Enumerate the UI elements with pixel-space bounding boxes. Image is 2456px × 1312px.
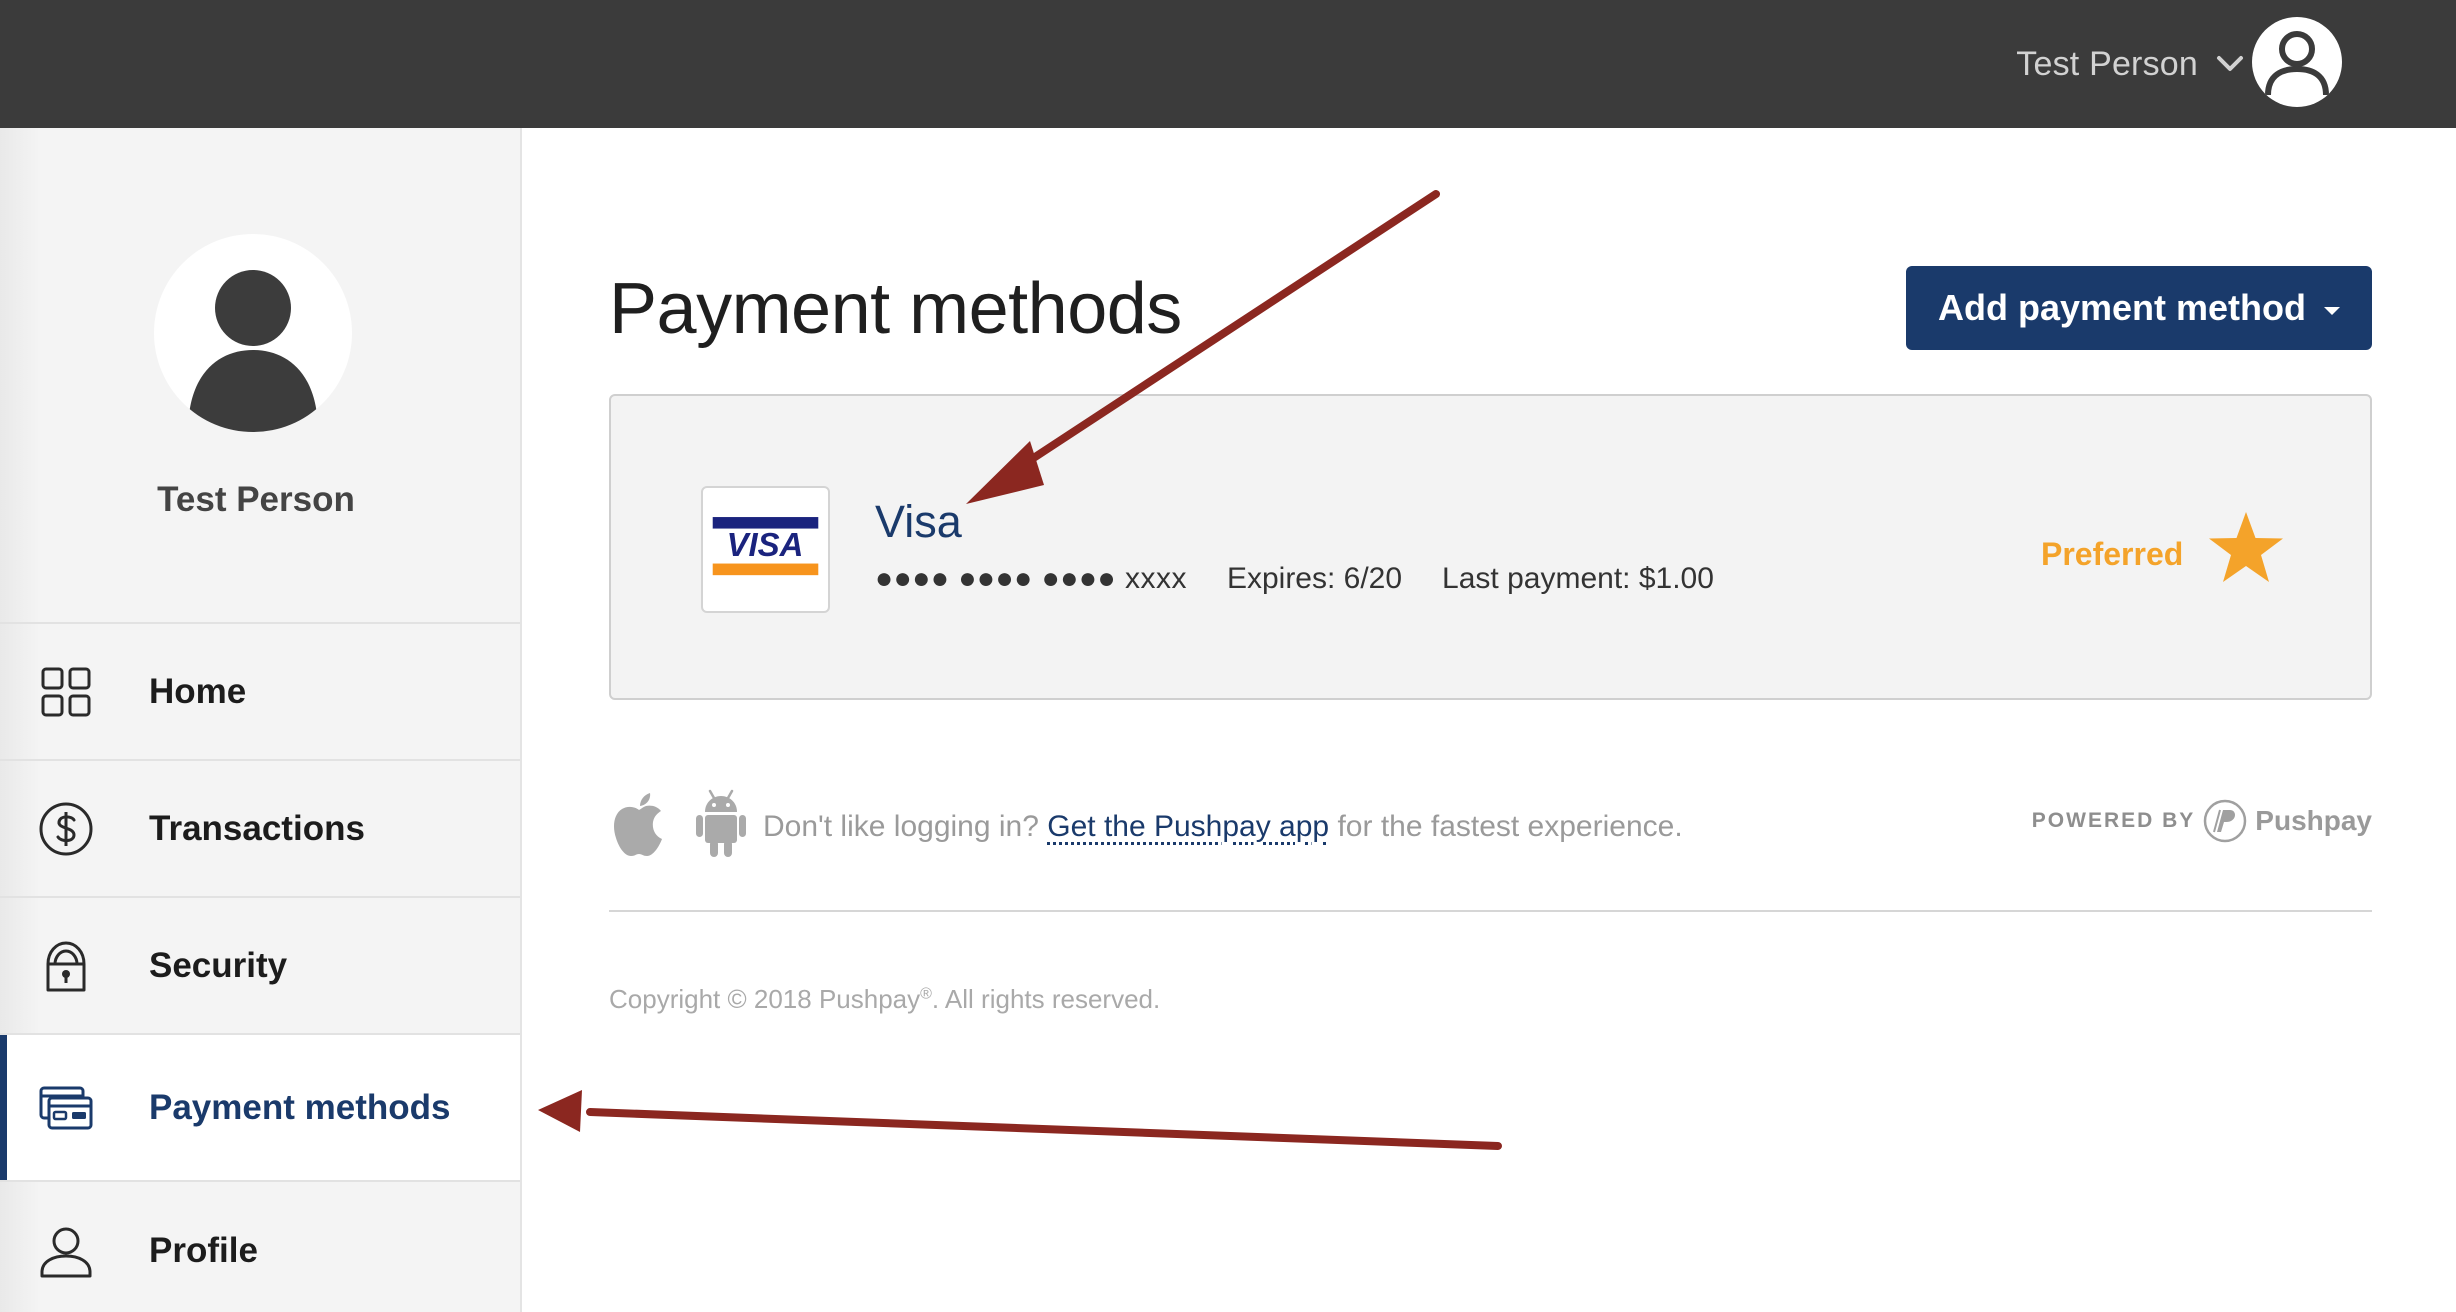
sidebar-item-label: Transactions	[149, 808, 365, 848]
visa-logo: VISA	[701, 486, 830, 613]
user-avatar-icon[interactable]	[2252, 17, 2342, 107]
copyright: Copyright © 2018 Pushpay®. All rights re…	[609, 984, 1160, 1015]
user-menu[interactable]: Test Person	[2016, 36, 2246, 92]
card-number: ●●●● ●●●● ●●●● xxxx	[875, 562, 1187, 595]
android-icon[interactable]	[695, 788, 747, 858]
sidebar-item-label: Home	[149, 671, 247, 711]
user-icon	[40, 1227, 92, 1277]
sidebar-nav: Home Transactions Security Payment metho…	[0, 624, 520, 1312]
dollar-icon	[39, 802, 93, 855]
sidebar-item-transactions[interactable]: Transactions	[0, 761, 520, 898]
grid-icon	[41, 667, 91, 716]
add-payment-method-label: Add payment method	[1937, 287, 2306, 328]
sidebar-item-label: Security	[149, 945, 288, 985]
card-brand: Visa	[875, 496, 962, 547]
registered-mark: ®	[920, 985, 932, 1003]
sidebar-item-profile[interactable]: Profile	[0, 1182, 520, 1312]
credit-card-icon	[39, 1086, 93, 1129]
copyright-suffix: . All rights reserved.	[931, 984, 1161, 1014]
app-promo-prefix: Don't like logging in?	[763, 810, 1039, 843]
preferred-label: Preferred	[2041, 536, 2184, 572]
powered-by-pushpay[interactable]: POWERED BY Pushpay	[2032, 798, 2372, 844]
card-last-payment: Last payment: $1.00	[1442, 562, 1714, 595]
card-expires: Expires: 6/20	[1226, 562, 1403, 595]
copyright-text: Copyright © 2018 Pushpay	[609, 984, 921, 1014]
sidebar-item-home[interactable]: Home	[0, 624, 520, 761]
user-menu-name: Test Person	[2016, 44, 2198, 83]
add-payment-method-button[interactable]: Add payment method	[1906, 266, 2372, 350]
sidebar-item-label: Profile	[149, 1230, 258, 1270]
sidebar-item-payment-methods[interactable]: Payment methods	[0, 1035, 520, 1182]
sidebar-profile: Test Person	[0, 128, 520, 624]
chevron-down-icon	[2217, 56, 2243, 71]
payment-method-card[interactable]: VISA Visa ●●●● ●●●● ●●●● xxxx Expires: 6…	[609, 394, 2372, 700]
profile-avatar-icon	[154, 234, 352, 432]
pushpay-logo-icon	[2204, 799, 2247, 843]
footer-divider	[609, 910, 2372, 912]
card-details: ●●●● ●●●● ●●●● xxxx Expires: 6/20 Last p…	[875, 562, 1714, 596]
apple-icon[interactable]	[609, 792, 669, 858]
top-bar: Test Person	[0, 0, 2456, 128]
caret-down-icon	[2324, 307, 2340, 315]
app-promo-suffix: for the fastest experience.	[1337, 810, 1683, 843]
lock-icon	[46, 941, 86, 991]
app-promo: Don't like logging in? Get the Pushpay a…	[609, 788, 2372, 860]
star-icon[interactable]	[2207, 510, 2285, 586]
sidebar: Test Person Home Transactions Security P…	[0, 128, 522, 1312]
app-promo-text: Don't like logging in? Get the Pushpay a…	[763, 810, 1683, 844]
sidebar-item-label: Payment methods	[149, 1087, 451, 1127]
visa-logo-text: VISA	[727, 526, 804, 563]
profile-name: Test Person	[157, 480, 355, 519]
page-title: Payment methods	[609, 269, 1182, 349]
powered-by-label: POWERED BY	[2031, 809, 2196, 832]
pushpay-page: Test Person Test Person Home Transaction…	[0, 0, 2456, 1312]
sidebar-item-security[interactable]: Security	[0, 898, 520, 1035]
pushpay-brand: Pushpay	[2255, 805, 2372, 836]
get-app-link[interactable]: Get the Pushpay app	[1047, 810, 1329, 843]
annotation-arrow-nav	[538, 1090, 1502, 1150]
